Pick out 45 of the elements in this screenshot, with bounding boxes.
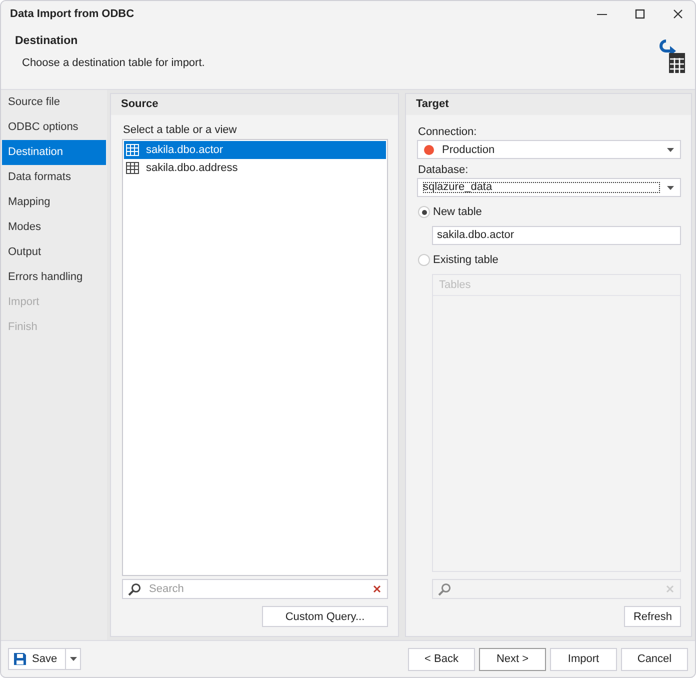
wizard-button[interactable]: Next > — [479, 648, 546, 670]
table-icon — [126, 162, 139, 174]
page-title: Destination — [15, 35, 79, 47]
search-bar[interactable]: Search — [122, 579, 388, 599]
sidebar-item[interactable]: Modes — [2, 215, 106, 240]
table-list-item[interactable]: sakila.dbo.address — [124, 159, 386, 177]
sidebar-item[interactable]: Output — [2, 240, 106, 265]
connection-dropdown[interactable]: Production — [417, 140, 681, 159]
sidebar-item[interactable]: Mapping — [2, 190, 106, 215]
sidebar-item[interactable]: Destination — [2, 140, 106, 165]
sidebar-item[interactable]: Errors handling — [2, 265, 106, 290]
list-label: Select a table or a view — [123, 124, 238, 136]
panel-header: Target — [406, 94, 691, 115]
wizard-button[interactable]: Cancel — [621, 648, 688, 670]
wizard-button[interactable]: Import — [550, 648, 617, 670]
database-label: Database: — [418, 164, 470, 176]
caret-icon — [667, 148, 674, 152]
radio-button[interactable] — [418, 206, 430, 218]
panel-header: Source — [111, 94, 398, 115]
sidebar-item[interactable]: Data formats — [2, 165, 106, 190]
database-dropdown[interactable]: sqlazure_data — [417, 178, 681, 197]
window-title: Data Import from ODBC — [10, 8, 136, 20]
caret-icon — [70, 657, 77, 661]
table-list-item[interactable]: sakila.dbo.actor — [124, 141, 386, 159]
search-icon — [438, 582, 451, 596]
table-icon — [126, 144, 139, 156]
close-icon[interactable] — [673, 9, 683, 19]
table-name-field[interactable]: sakila.dbo.actor — [432, 226, 681, 245]
radio-label[interactable]: Existing table — [433, 254, 498, 266]
sidebar-item[interactable]: Source file — [2, 90, 106, 115]
clear-icon[interactable] — [373, 585, 381, 593]
search-icon — [128, 582, 141, 596]
caret-icon — [667, 186, 674, 190]
maximize-icon[interactable] — [635, 9, 645, 19]
radio-label[interactable]: New table — [433, 206, 482, 218]
import-table-icon — [657, 39, 685, 73]
wizard-button[interactable]: < Back — [408, 648, 475, 670]
custom-query-button[interactable]: Custom Query... — [262, 606, 388, 627]
page-subtitle: Choose a destination table for import. — [22, 57, 206, 69]
column-header: Tables — [433, 275, 680, 296]
refresh-button[interactable]: Refresh — [624, 606, 681, 627]
sidebar-item[interactable]: ODBC options — [2, 115, 106, 140]
grid-search-field[interactable] — [432, 579, 681, 599]
radio-button[interactable] — [418, 254, 430, 266]
connection-label: Connection: — [418, 126, 478, 138]
